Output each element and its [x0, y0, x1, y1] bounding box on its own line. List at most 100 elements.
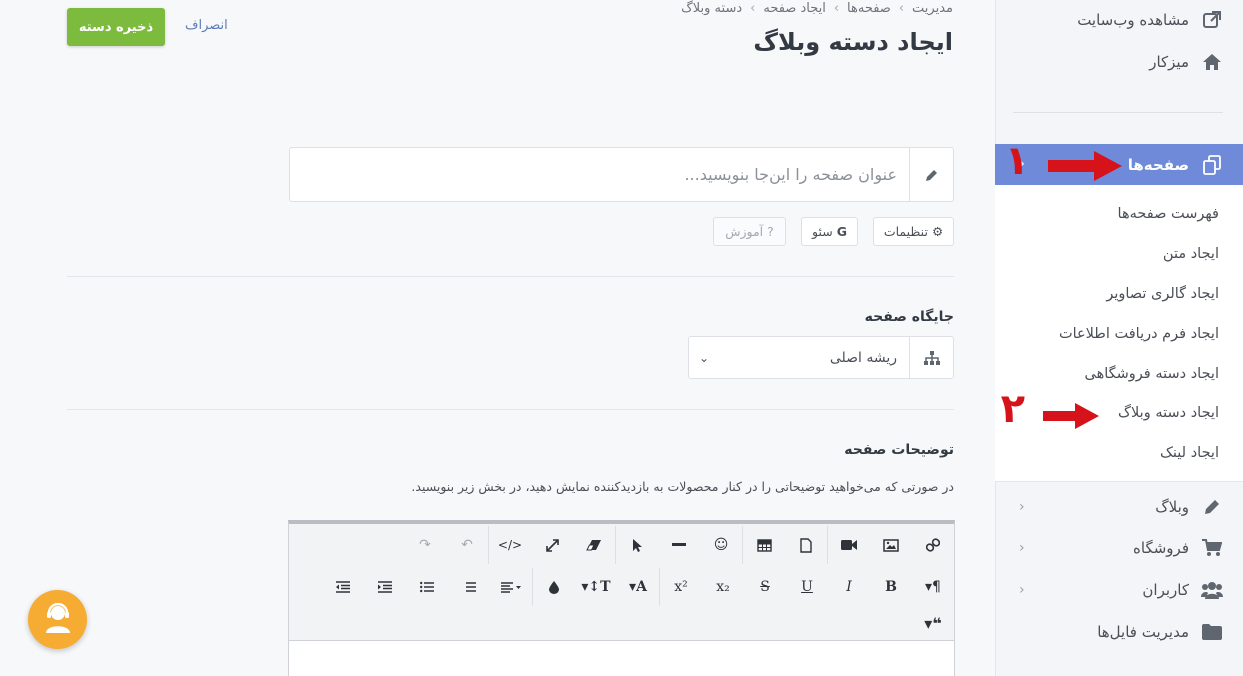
redo-icon[interactable]: ↷ — [404, 526, 446, 564]
link-icon[interactable] — [912, 526, 954, 564]
underline-icon[interactable]: U — [786, 568, 828, 606]
image-icon[interactable] — [870, 526, 912, 564]
sidebar-sub-label: ایجاد لینک — [1159, 445, 1219, 461]
position-select[interactable]: ریشه اصلی ⌄ — [688, 336, 954, 379]
annotation-number-2: ۲ — [1000, 386, 1025, 432]
breadcrumb-item[interactable]: صفحه‌ها — [847, 1, 891, 16]
breadcrumb-separator: › — [833, 1, 840, 16]
subscript-icon[interactable]: x₂ — [702, 568, 744, 606]
sidebar-sub-pages-list[interactable]: فهرست صفحه‌ها — [995, 196, 1243, 232]
sidebar-item-users[interactable]: کاربران ‹ — [995, 570, 1243, 610]
tutorial-label: آموزش — [725, 224, 764, 239]
folder-icon — [1201, 621, 1223, 643]
sidebar-sub-label: فهرست صفحه‌ها — [1117, 206, 1219, 222]
table-icon[interactable] — [743, 526, 785, 564]
horizontal-rule-icon[interactable] — [658, 526, 700, 564]
toolbar-separator — [659, 568, 660, 606]
cancel-link[interactable]: انصراف — [185, 18, 228, 33]
sidebar-item-shop[interactable]: فروشگاه ‹ — [995, 528, 1243, 568]
breadcrumb: مدیریت › صفحه‌ها › ایجاد صفحه › دسته وبل… — [681, 1, 953, 16]
settings-button[interactable]: ⚙ تنظیمات — [873, 217, 954, 246]
sidebar-item-label: کاربران — [1142, 581, 1189, 599]
eraser-icon[interactable] — [573, 526, 615, 564]
indent-icon[interactable] — [364, 568, 406, 606]
support-chat-button[interactable] — [28, 590, 87, 649]
sidebar-item-dashboard[interactable]: میزکار — [995, 42, 1243, 82]
toolbar-separator — [488, 526, 489, 564]
page-title-input-group: عنوان صفحه را این‌جا بنویسید... — [289, 147, 954, 202]
sidebar-item-label: فروشگاه — [1133, 539, 1189, 557]
toolbar-separator — [827, 526, 828, 564]
pages-icon — [1201, 154, 1223, 176]
sidebar-sub-create-text[interactable]: ایجاد متن — [995, 236, 1243, 272]
strikethrough-icon[interactable]: S — [744, 568, 786, 606]
chevron-left-icon: ‹ — [1019, 540, 1025, 556]
breadcrumb-item[interactable]: مدیریت — [912, 1, 953, 16]
fullscreen-icon[interactable] — [531, 526, 573, 564]
sidebar-item-view-website[interactable]: مشاهده وب‌سایت — [995, 0, 1243, 40]
font-size-icon[interactable]: T↕▾ — [575, 568, 617, 606]
superscript-icon[interactable]: x² — [660, 568, 702, 606]
description-label: توضیحات صفحه — [844, 442, 954, 458]
save-category-button[interactable]: ذخیره دسته — [67, 8, 165, 46]
sidebar-item-blog[interactable]: وبلاگ ‹ — [995, 487, 1243, 527]
home-icon — [1201, 51, 1223, 73]
seo-button[interactable]: G سئو — [801, 217, 858, 246]
position-select-value: ریشه اصلی ⌄ — [689, 337, 909, 378]
quote-icon[interactable]: ❝▾ — [912, 604, 954, 642]
settings-label: تنظیمات — [883, 224, 928, 239]
external-link-icon — [1201, 9, 1223, 31]
sidebar-sub-create-shop-category[interactable]: ایجاد دسته فروشگاهی — [995, 356, 1243, 392]
sidebar-sub-create-blog-category[interactable]: ایجاد دسته وبلاگ — [995, 395, 1243, 431]
cursor-icon[interactable] — [616, 526, 658, 564]
ordered-list-icon[interactable]: 123 — [448, 568, 490, 606]
sitemap-icon — [909, 337, 953, 378]
italic-icon[interactable]: I — [828, 568, 870, 606]
sidebar-sub-create-gallery[interactable]: ایجاد گالری تصاویر — [995, 276, 1243, 312]
paragraph-icon[interactable]: ¶▾ — [912, 568, 954, 606]
seo-label: سئو — [812, 224, 833, 239]
editor-content-area[interactable] — [289, 640, 954, 676]
breadcrumb-separator: › — [898, 1, 905, 16]
outdent-icon[interactable] — [322, 568, 364, 606]
sidebar-submenu: فهرست صفحه‌ها ایجاد متن ایجاد گالری تصاو… — [995, 185, 1243, 482]
align-icon[interactable] — [490, 568, 532, 606]
sidebar-sub-create-link[interactable]: ایجاد لینک — [995, 435, 1243, 471]
annotation-arrow-1 — [1048, 151, 1122, 181]
sidebar-item-label: مدیریت فایل‌ها — [1097, 623, 1189, 641]
video-icon[interactable] — [828, 526, 870, 564]
unordered-list-icon[interactable] — [406, 568, 448, 606]
tutorial-button[interactable]: ? آموزش — [713, 217, 786, 246]
sidebar-item-label: صفحه‌ها — [1127, 155, 1189, 174]
undo-icon[interactable]: ↶ — [446, 526, 488, 564]
question-icon: ? — [767, 224, 774, 239]
font-color-icon[interactable]: A▾ — [617, 568, 659, 606]
toolbar-separator — [742, 526, 743, 564]
annotation-arrow-2 — [1043, 403, 1099, 429]
sidebar-sub-label: ایجاد متن — [1162, 246, 1219, 262]
pencil-icon — [1201, 496, 1223, 518]
editor-toolbar-row-3: ❝▾ — [289, 604, 954, 642]
position-value: ریشه اصلی — [829, 349, 897, 366]
breadcrumb-item[interactable]: ایجاد صفحه — [763, 1, 825, 16]
sidebar-item-label: میزکار — [1149, 53, 1189, 71]
sidebar-sub-label: ایجاد گالری تصاویر — [1106, 286, 1219, 302]
editor-toolbar-row-1: ☺ </> ↶ ↷ — [289, 526, 954, 564]
code-view-icon[interactable]: </> — [489, 526, 531, 564]
toolbar-separator — [532, 568, 533, 606]
sidebar-sub-label: ایجاد فرم دریافت اطلاعات — [1058, 326, 1219, 342]
sidebar-sub-label: ایجاد دسته وبلاگ — [1118, 405, 1219, 421]
emoji-icon[interactable]: ☺ — [700, 526, 742, 564]
divider — [67, 409, 954, 410]
sidebar-sub-create-form[interactable]: ایجاد فرم دریافت اطلاعات — [995, 316, 1243, 352]
sidebar-item-label: مشاهده وب‌سایت — [1077, 11, 1189, 29]
page-title-input[interactable]: عنوان صفحه را این‌جا بنویسید... — [290, 148, 909, 201]
file-icon[interactable] — [785, 526, 827, 564]
bold-icon[interactable]: B — [870, 568, 912, 606]
gear-icon: ⚙ — [931, 224, 944, 239]
rich-text-editor: ☺ </> ↶ ↷ ¶▾ B I U S x₂ x² A▾ T↕▾ ❝▾ — [288, 520, 955, 676]
sidebar-divider — [1013, 112, 1223, 113]
page-title: ایجاد دسته وبلاگ — [753, 28, 953, 56]
color-drop-icon[interactable] — [533, 568, 575, 606]
sidebar-item-file-manager[interactable]: مدیریت فایل‌ها — [995, 612, 1243, 652]
